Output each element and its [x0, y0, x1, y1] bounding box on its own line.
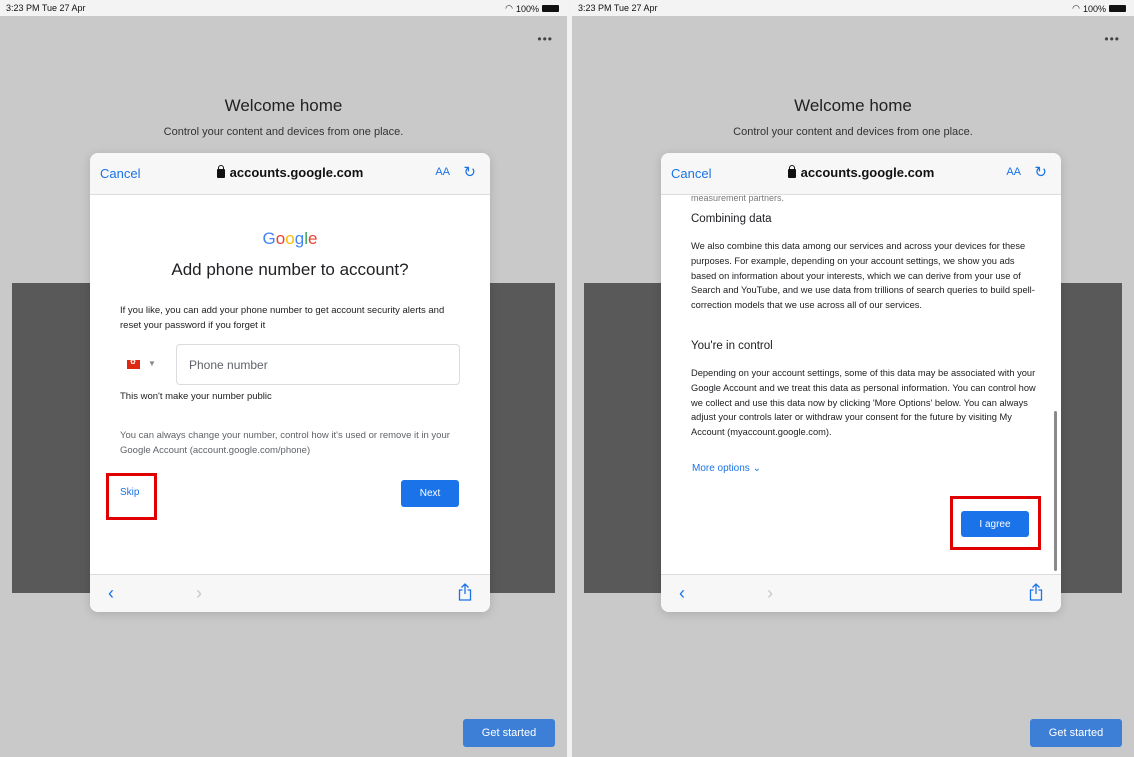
- page-title: Welcome home: [224, 96, 343, 115]
- sheet-toolbar: ‹ ›: [661, 574, 1061, 612]
- forward-arrow-icon[interactable]: ›: [196, 583, 202, 604]
- phone-number-input[interactable]: [176, 344, 460, 385]
- right-screen: 3:23 PM Tue 27 Apr ◠ 100% ••• Welcome ho…: [572, 0, 1134, 757]
- scrollbar[interactable]: [1054, 411, 1057, 571]
- status-bar: 3:23 PM Tue 27 Apr ◠ 100%: [0, 0, 567, 16]
- battery-label: 100%: [515, 3, 539, 14]
- get-started-button[interactable]: Get started: [463, 719, 555, 747]
- url-text: accounts.google.com: [229, 165, 364, 180]
- lock-icon: [216, 165, 225, 178]
- browser-sheet: measurement partners. Cancel accounts.go…: [661, 153, 1061, 612]
- sheet-toolbar: ‹ ›: [90, 574, 490, 612]
- left-screen: 3:23 PM Tue 27 Apr ◠ 100% ••• Welcome ho…: [0, 0, 567, 757]
- text-size-button[interactable]: AA: [1006, 166, 1021, 178]
- sheet-header: Cancel accounts.google.com AA ↻: [661, 153, 1061, 195]
- more-options-link[interactable]: More options ⌄: [692, 463, 761, 474]
- highlight-box-skip: [106, 473, 157, 520]
- status-bar: 3:23 PM Tue 27 Apr ◠ 100%: [572, 0, 1134, 16]
- url-text: accounts.google.com: [800, 165, 935, 180]
- forward-arrow-icon[interactable]: ›: [767, 583, 773, 604]
- google-logo: Google: [262, 229, 318, 248]
- battery-icon: [1109, 5, 1126, 12]
- browser-sheet: Cancel accounts.google.com AA ↻ Google A…: [90, 153, 490, 612]
- status-time: 3:23 PM Tue 27 Apr: [578, 3, 658, 13]
- wifi-icon: ◠: [505, 3, 513, 13]
- get-started-button[interactable]: Get started: [1030, 719, 1122, 747]
- back-arrow-icon[interactable]: ‹: [679, 583, 685, 604]
- page-title: Welcome home: [794, 96, 912, 115]
- battery-label: 100%: [1082, 3, 1106, 14]
- page-subtitle: Control your content and devices from on…: [733, 126, 973, 138]
- url-bar: accounts.google.com: [90, 165, 490, 180]
- battery-indicator: ◠ 100%: [505, 3, 559, 14]
- change-number-note: You can always change your number, contr…: [120, 430, 450, 456]
- next-button[interactable]: Next: [401, 480, 459, 507]
- battery-icon: [542, 5, 559, 12]
- back-arrow-icon[interactable]: ‹: [108, 583, 114, 604]
- hong-kong-flag-icon[interactable]: [127, 358, 140, 369]
- in-control-heading: You're in control: [691, 340, 773, 352]
- privacy-note: This won't make your number public: [120, 391, 272, 402]
- page-subtitle: Control your content and devices from on…: [163, 126, 404, 138]
- battery-indicator: ◠ 100%: [1072, 3, 1126, 14]
- sheet-header: Cancel accounts.google.com AA ↻: [90, 153, 490, 195]
- share-icon[interactable]: [458, 583, 472, 601]
- combining-data-heading: Combining data: [691, 213, 772, 225]
- reload-icon[interactable]: ↻: [1034, 163, 1047, 181]
- dialog-title: Add phone number to account?: [171, 260, 409, 279]
- share-icon[interactable]: [1029, 583, 1043, 601]
- wifi-icon: ◠: [1072, 3, 1080, 13]
- url-bar: accounts.google.com: [661, 165, 1061, 180]
- lock-icon: [787, 165, 796, 178]
- highlight-box-agree: [950, 496, 1041, 550]
- reload-icon[interactable]: ↻: [463, 163, 476, 181]
- text-size-button[interactable]: AA: [435, 166, 450, 178]
- combining-data-text: We also combine this data among our serv…: [691, 241, 1035, 311]
- more-menu-icon[interactable]: •••: [537, 32, 553, 46]
- in-control-text: Depending on your account settings, some…: [691, 368, 1036, 438]
- more-menu-icon[interactable]: •••: [1104, 32, 1120, 46]
- status-time: 3:23 PM Tue 27 Apr: [6, 3, 86, 13]
- country-dropdown-icon[interactable]: ▼: [148, 359, 156, 368]
- intro-text: If you like, you can add your phone numb…: [120, 305, 445, 331]
